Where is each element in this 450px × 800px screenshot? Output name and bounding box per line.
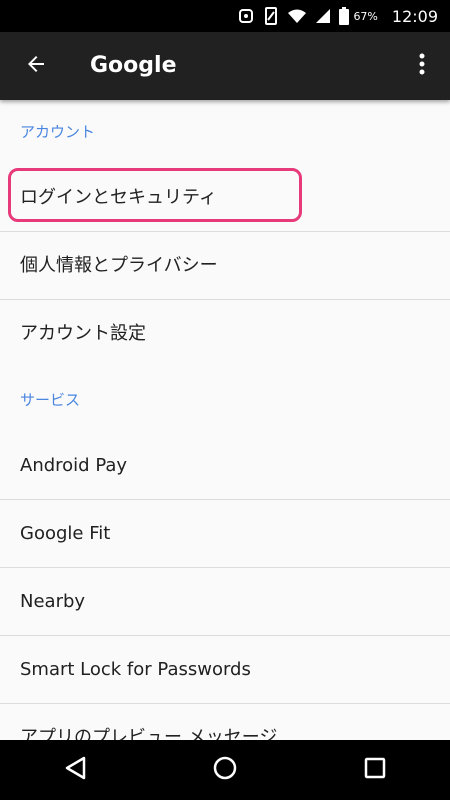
more-vert-icon — [419, 53, 425, 79]
status-clock: 12:09 — [391, 6, 438, 26]
list-item-label: 個人情報とプライバシー — [20, 255, 218, 276]
triangle-back-icon — [64, 756, 86, 784]
overflow-menu-button[interactable] — [400, 42, 444, 90]
list-item-label: Android Pay — [20, 455, 128, 476]
settings-list: アカウント ログインとセキュリティ 個人情報とプライバシー アカウント設定 サー… — [0, 100, 450, 740]
list-item-label: Google Fit — [20, 523, 111, 544]
battery-percent: 67% — [353, 9, 378, 23]
section-header-account: アカウント — [20, 123, 96, 141]
nav-home-button[interactable] — [195, 740, 255, 800]
notification-icon — [237, 7, 255, 25]
arrow-back-icon — [24, 52, 48, 80]
nav-recents-button[interactable] — [345, 740, 405, 800]
list-item-label: アカウント設定 — [20, 323, 146, 344]
signal-icon — [315, 8, 331, 24]
status-bar: 67% 12:09 — [0, 0, 450, 32]
list-item-personal-info[interactable]: 個人情報とプライバシー — [0, 232, 450, 300]
circle-home-icon — [213, 756, 237, 784]
list-item-smart-lock[interactable]: Smart Lock for Passwords — [0, 636, 450, 704]
list-item-label: ログインとセキュリティ — [20, 187, 217, 208]
list-item-login-security[interactable]: ログインとセキュリティ — [0, 164, 450, 232]
list-item-account-settings[interactable]: アカウント設定 — [0, 300, 450, 368]
nav-back-button[interactable] — [45, 740, 105, 800]
vibrate-icon — [263, 7, 279, 25]
square-recents-icon — [364, 757, 386, 783]
list-item-google-fit[interactable]: Google Fit — [0, 500, 450, 568]
section-header-services: サービス — [20, 391, 81, 409]
list-item-label: Nearby — [20, 591, 86, 612]
wifi-icon — [287, 8, 307, 24]
back-button[interactable] — [12, 42, 60, 90]
list-item-label: Smart Lock for Passwords — [20, 659, 251, 680]
page-title: Google — [90, 53, 177, 78]
list-item-android-pay[interactable]: Android Pay — [0, 432, 450, 500]
battery-icon — [339, 7, 350, 25]
list-item-nearby[interactable]: Nearby — [0, 568, 450, 636]
list-item-app-preview[interactable]: アプリのプレビュー メッセージ — [0, 704, 450, 740]
navigation-bar — [0, 740, 450, 800]
list-item-label: アプリのプレビュー メッセージ — [20, 727, 278, 740]
app-bar: Google — [0, 32, 450, 100]
